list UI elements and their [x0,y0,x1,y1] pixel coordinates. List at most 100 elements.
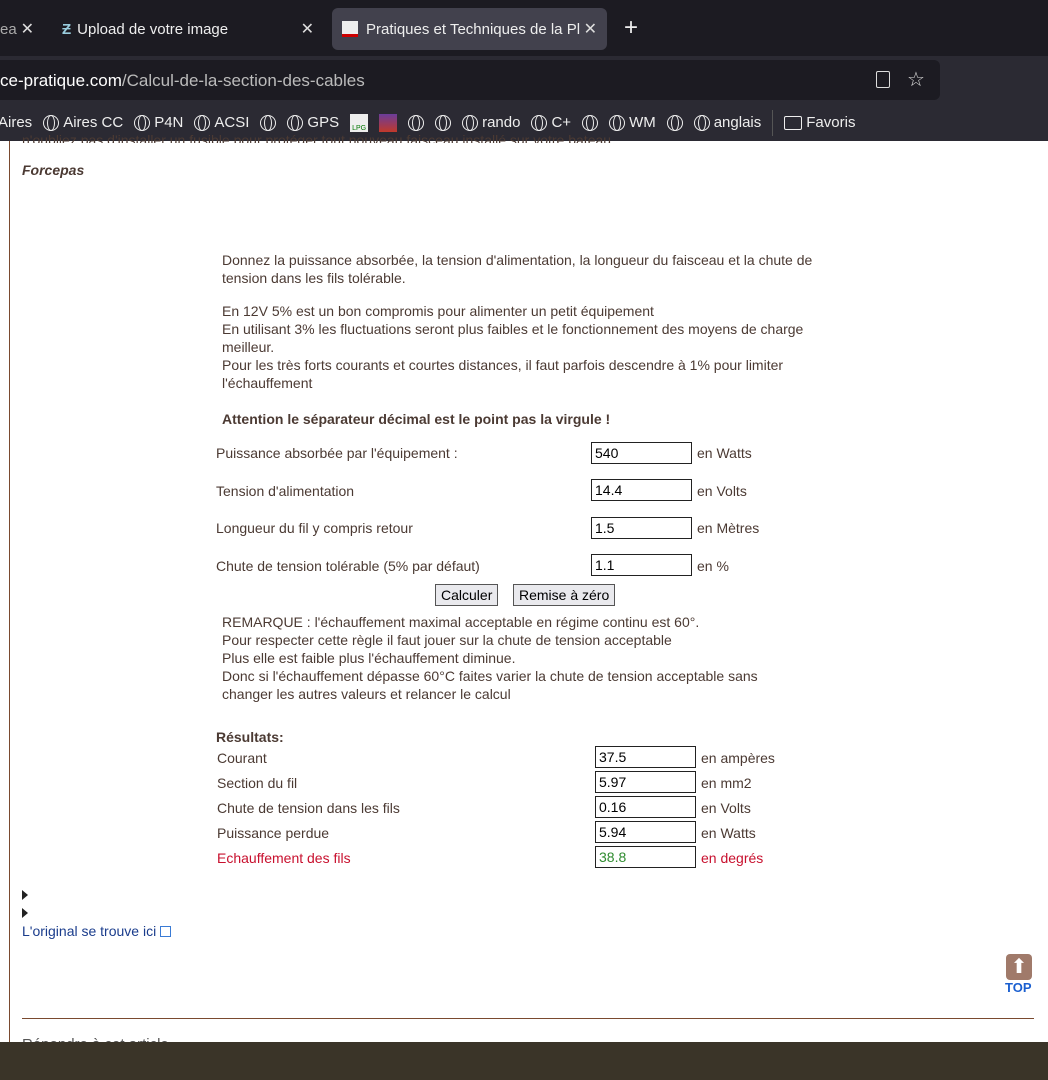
length-input[interactable]: 1.5 [591,517,692,539]
bookmark-wm[interactable]: WM [609,114,656,131]
tab-0[interactable]: ea ✕ [0,8,40,50]
voltage-drop-input[interactable]: 1.1 [591,554,692,576]
article-text-cut: n'oubliez pas d'installer un fusible pou… [22,132,615,143]
bookmarks-divider [772,109,774,136]
globe-icon [693,114,710,131]
bookmark-acsi[interactable]: ACSI [194,114,249,131]
results-title: Résultats: [216,729,284,745]
back-to-top-link[interactable]: TOP [1005,979,1032,997]
tab-1[interactable]: Ƶ Upload de votre image ✕ [52,8,324,50]
intro-line: En utilisant 3% les fluctuations seront … [222,321,804,355]
bookmark-aires[interactable]: Aires [0,114,32,131]
bookmark-globe[interactable] [435,114,452,131]
unit-label: en % [697,558,729,574]
unit-label: en degrés [701,850,764,866]
heating-label: Echauffement des fils [217,850,351,866]
section-label: Section du fil [217,775,298,791]
tab-2-active[interactable]: Pratiques et Techniques de la Pl ✕ [332,8,607,50]
lost-power-output[interactable]: 5.94 [595,821,696,843]
new-tab-button[interactable]: + [624,14,638,42]
globe-icon [194,114,211,131]
unit-label: en Watts [701,825,756,841]
unit-label: en Watts [697,445,752,461]
bookmark-star-icon[interactable]: ☆ [907,67,925,92]
globe-icon [609,114,626,131]
intro-line: Pour les très forts courants et courtes … [222,357,784,391]
globe-icon [260,114,277,131]
disclosure-triangle-icon[interactable] [22,908,28,918]
divider [22,1018,1034,1019]
intro-text: Donnez la puissance absorbée, la tension… [222,252,813,286]
unit-label: en Volts [697,483,747,499]
current-output[interactable]: 37.5 [595,746,696,768]
remark-line: Donc si l'échauffement dépasse 60°C fait… [222,668,758,684]
disclosure-triangle-icon[interactable] [22,890,28,900]
globe-icon [408,114,425,131]
page-content: n'oubliez pas d'installer un fusible pou… [0,132,1048,1053]
globe-icon [531,114,548,131]
tab-label: Pratiques et Techniques de la Pl [366,20,581,38]
bookmark-image[interactable] [379,113,398,132]
unit-label: en mm2 [701,775,752,791]
lost-power-label: Puissance perdue [217,825,330,841]
unit-label: en Mètres [697,520,760,536]
close-icon[interactable]: ✕ [21,19,34,39]
folder-icon [784,115,803,130]
globe-icon [43,114,60,131]
globe-icon [134,114,151,131]
globe-icon [666,114,683,131]
voltage-input[interactable]: 14.4 [591,479,692,501]
voltage-label: Tension d'alimentation [216,483,355,499]
remark-line: REMARQUE : l'échauffement maximal accept… [222,614,700,630]
taskbar-strip [0,1042,1048,1080]
arrow-up-icon[interactable]: ⬆ [1006,954,1032,980]
left-border [9,141,10,1042]
lpg-icon: LPG [350,113,369,132]
bookmark-p4n[interactable]: P4N [134,114,183,131]
bookmark-rando[interactable]: rando [462,114,520,131]
drop-label: Chute de tension dans les fils [217,800,400,816]
bookmark-gps[interactable]: GPS [287,114,339,131]
original-link[interactable]: L'original se trouve ici [22,922,172,940]
url-bar[interactable]: ce-pratique.com/Calcul-de-la-section-des… [0,60,940,100]
reader-view-icon[interactable] [876,71,890,88]
bookmark-cplus[interactable]: C+ [531,114,571,131]
bookmark-aires-cc[interactable]: Aires CC [43,114,123,131]
reset-button[interactable]: Remise à zéro [513,584,616,606]
url-domain: ce-pratique.com [0,71,122,90]
bookmark-globe[interactable] [408,114,425,131]
tab-label: Upload de votre image [77,20,229,38]
bookmark-globe[interactable] [666,114,683,131]
bookmark-folder-favoris[interactable]: Favoris [784,114,855,131]
site-logo-icon [379,113,398,132]
power-label: Puissance absorbée par l'équipement : [216,445,458,461]
voltage-drop-label: Chute de tension tolérable (5% par défau… [216,558,480,574]
bookmark-globe[interactable] [260,114,277,131]
power-input[interactable]: 540 [591,442,692,464]
close-icon[interactable]: ✕ [584,19,597,39]
url-path: /Calcul-de-la-section-des-cables [121,71,365,90]
bookmark-anglais[interactable]: anglais [693,114,761,131]
drop-output[interactable]: 0.16 [595,796,696,818]
remark-line: Pour respecter cette règle il faut jouer… [222,632,672,648]
length-label: Longueur du fil y compris retour [216,520,413,536]
section-output[interactable]: 5.97 [595,771,696,793]
unit-label: en ampères [701,750,775,766]
intro-line: En 12V 5% est un bon compromis pour alim… [222,303,654,319]
bookmark-lpg[interactable]: LPG [350,113,369,132]
bookmark-globe[interactable] [582,114,599,131]
calculate-button[interactable]: Calculer [435,584,499,606]
author-name: Forcepas [22,162,85,178]
tab-bar: ea ✕ Ƶ Upload de votre image ✕ Pratiques et… [0,0,1048,56]
globe-icon [287,114,304,131]
globe-icon [462,114,479,131]
close-icon[interactable]: ✕ [301,19,314,39]
globe-icon [582,114,599,131]
unit-label: en Volts [701,800,751,816]
external-link-icon [160,926,172,937]
heating-output[interactable]: 38.8 [595,846,696,868]
globe-icon [435,114,452,131]
current-label: Courant [217,750,267,766]
tab-label: ea [0,20,17,38]
site-favicon-icon [342,21,358,37]
